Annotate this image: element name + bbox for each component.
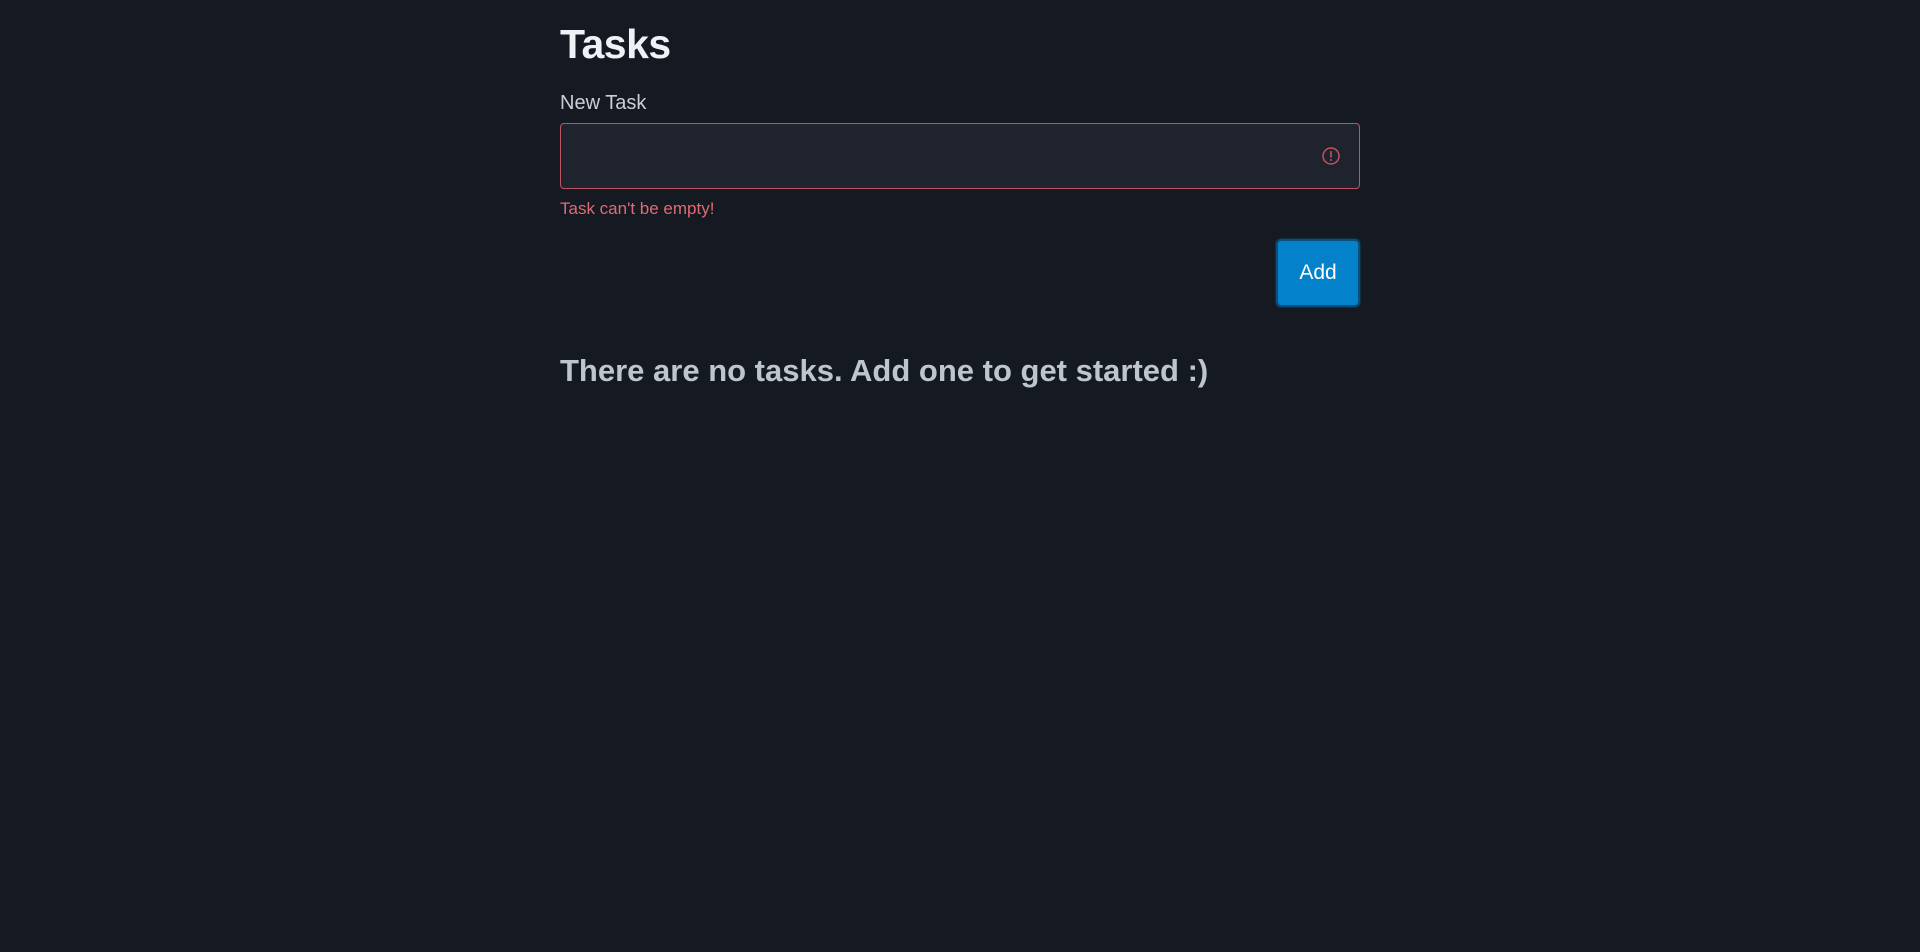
new-task-field[interactable] bbox=[560, 123, 1360, 189]
add-task-button[interactable]: Add bbox=[1276, 239, 1360, 307]
page-title: Tasks bbox=[560, 21, 671, 67]
new-task-input[interactable] bbox=[561, 124, 1359, 188]
new-task-label: New Task bbox=[560, 92, 647, 114]
tasks-container: Tasks New Task Task can't be empty! Add … bbox=[560, 0, 1360, 389]
alert-circle-icon bbox=[1322, 147, 1340, 165]
form-actions: Add bbox=[560, 239, 1360, 307]
validation-error-message: Task can't be empty! bbox=[560, 199, 715, 218]
page: Tasks New Task Task can't be empty! Add … bbox=[0, 0, 1920, 952]
empty-tasks-message: There are no tasks. Add one to get start… bbox=[560, 353, 1209, 388]
